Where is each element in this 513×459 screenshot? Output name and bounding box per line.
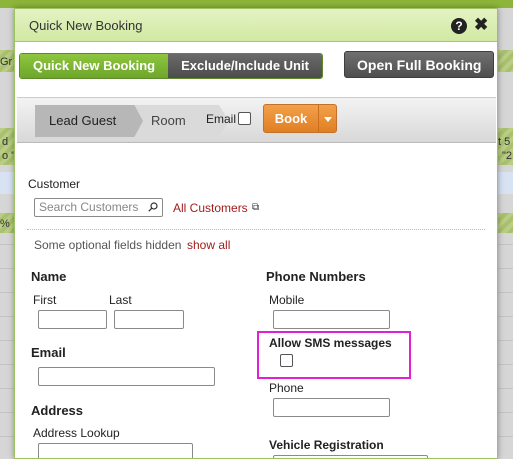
phone-numbers-section-label: Phone Numbers — [266, 269, 366, 284]
divider — [27, 229, 485, 230]
book-button-label: Book — [274, 111, 308, 126]
all-customers-link[interactable]: All Customers — [173, 201, 248, 215]
first-name-label: First — [33, 293, 57, 307]
background-cell: "2 — [502, 150, 513, 162]
email-field[interactable] — [38, 367, 215, 386]
dialog-titlebar[interactable]: Quick New Booking ? ✖ — [15, 9, 497, 42]
chevron-down-icon[interactable] — [324, 117, 332, 122]
phone-field[interactable] — [273, 398, 390, 417]
first-name-field[interactable] — [38, 310, 107, 329]
tab-exclude-include-unit[interactable]: Exclude/Include Unit — [168, 54, 322, 78]
name-section-label: Name — [31, 269, 67, 284]
last-name-field[interactable] — [114, 310, 184, 329]
address-lookup-label: Address Lookup — [33, 426, 120, 440]
booking-steps-bar: Room Lead Guest Email Book — [17, 97, 496, 143]
open-full-booking-button[interactable]: Open Full Booking — [344, 51, 495, 78]
email-checkbox[interactable] — [238, 112, 251, 125]
book-button[interactable]: Book — [263, 104, 337, 133]
tab-quick-new-booking[interactable]: Quick New Booking — [20, 54, 169, 78]
show-all-link[interactable]: show all — [187, 238, 230, 252]
allow-sms-checkbox[interactable] — [280, 354, 293, 367]
close-icon[interactable]: ✖ — [474, 15, 488, 35]
email-section-label: Email — [31, 345, 66, 360]
search-placeholder: Search Customers — [39, 200, 139, 214]
address-lookup-field[interactable] — [38, 443, 193, 458]
help-icon[interactable]: ? — [451, 18, 467, 34]
search-customers-input[interactable]: Search Customers — [34, 198, 163, 217]
allow-sms-label: Allow SMS messages — [269, 336, 392, 350]
booking-tabs: Quick New Booking Exclude/Include Unit — [19, 53, 323, 79]
optional-fields-note: Some optional fields hidden — [34, 238, 182, 252]
address-section-label: Address — [31, 403, 84, 418]
background-cell: Gr — [0, 56, 13, 68]
dialog-title: Quick New Booking — [29, 18, 143, 33]
mobile-label: Mobile — [269, 293, 305, 307]
search-icon — [148, 202, 158, 212]
vehicle-registration-field[interactable] — [273, 455, 428, 458]
external-link-icon: ⧉ — [252, 202, 260, 213]
email-toggle-label: Email — [206, 112, 237, 126]
customer-label: Customer — [28, 177, 81, 191]
quick-new-booking-dialog: Quick New Booking ? ✖ Quick New Booking … — [14, 8, 498, 459]
phone-label: Phone — [269, 381, 304, 395]
step-lead-guest[interactable]: Lead Guest — [35, 105, 143, 137]
mobile-field[interactable] — [273, 310, 390, 329]
last-name-label: Last — [109, 293, 132, 307]
book-divider — [318, 105, 319, 132]
background-cell: % — [0, 218, 10, 230]
background-top-bar — [0, 0, 513, 8]
background-cell: t 5 — [498, 136, 511, 148]
vehicle-registration-label: Vehicle Registration — [269, 438, 384, 452]
background-cell: d — [2, 136, 9, 148]
